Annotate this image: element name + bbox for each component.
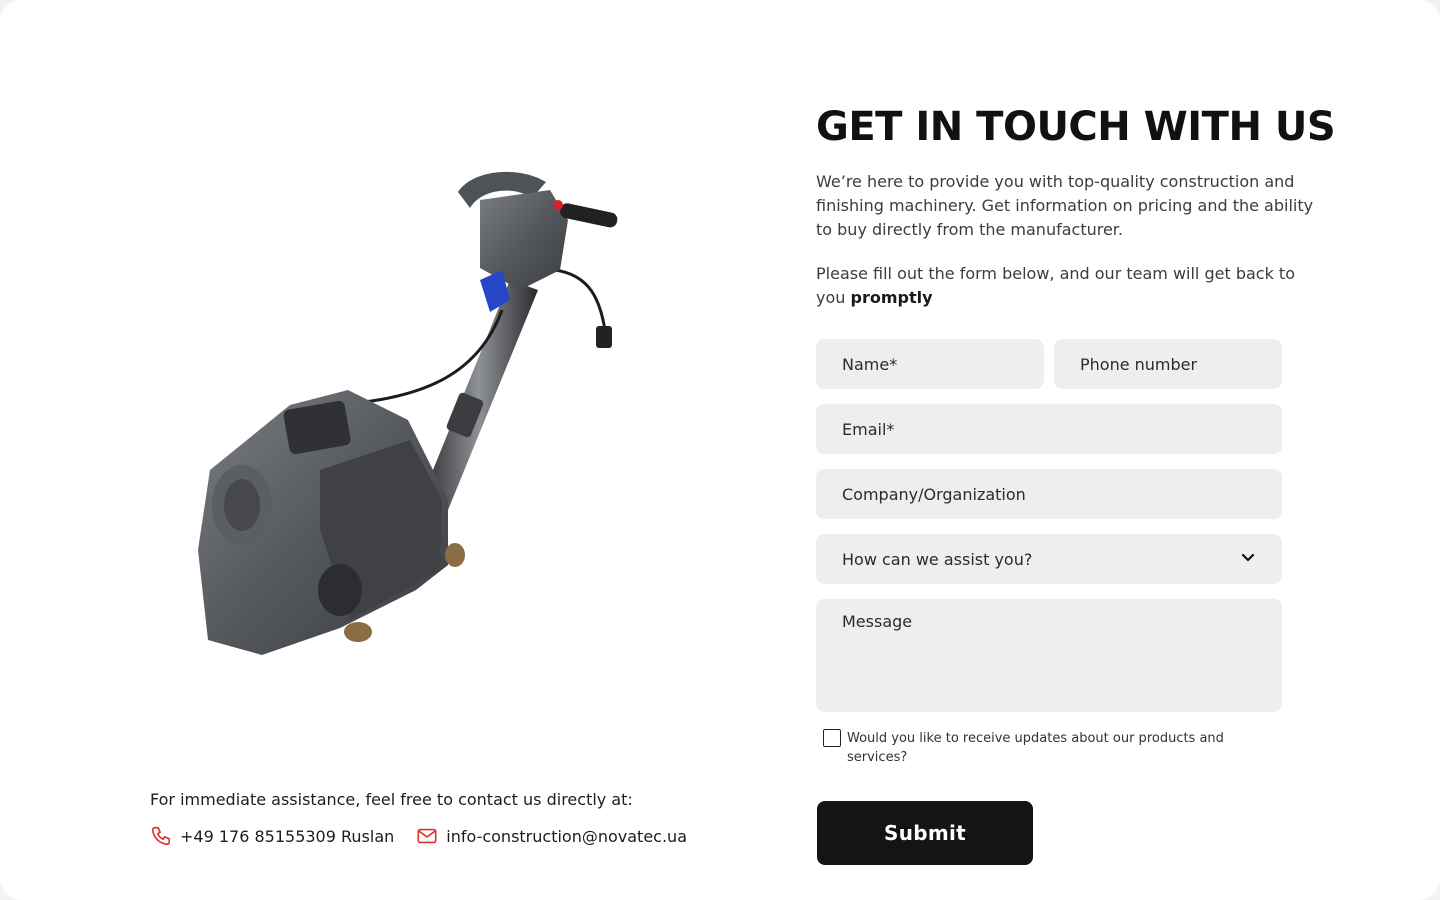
- name-input[interactable]: [816, 339, 1044, 389]
- updates-checkbox[interactable]: [823, 729, 841, 747]
- contact-intro-text: For immediate assistance, feel free to c…: [150, 790, 633, 809]
- message-textarea[interactable]: [816, 599, 1282, 712]
- assist-select-value: How can we assist you?: [842, 549, 1033, 569]
- mail-icon: [416, 825, 438, 847]
- floor-sander-machine-image: [198, 171, 618, 655]
- phone-icon: [150, 825, 172, 847]
- page-title: GET IN TOUCH WITH US: [816, 104, 1336, 150]
- email-address-text: info-construction@novatec.ua: [446, 826, 687, 846]
- chevron-down-icon: [1240, 549, 1256, 569]
- phone-link[interactable]: +49 176 85155309 Ruslan: [150, 825, 394, 847]
- phone-input[interactable]: [1054, 339, 1282, 389]
- email-input[interactable]: [816, 404, 1282, 454]
- assist-select[interactable]: How can we assist you?: [816, 534, 1282, 584]
- form-note-emphasis: promptly: [850, 288, 933, 307]
- company-input[interactable]: [816, 469, 1282, 519]
- phone-number-text: +49 176 85155309 Ruslan: [180, 826, 395, 846]
- form-description: We’re here to provide you with top-quali…: [816, 172, 1314, 239]
- contact-page: For immediate assistance, feel free to c…: [0, 0, 1440, 900]
- updates-checkbox-label: Would you like to receive updates about …: [847, 731, 1224, 765]
- email-link[interactable]: info-construction@novatec.ua: [416, 825, 687, 847]
- contact-details: +49 176 85155309 Ruslan info-constructio…: [150, 824, 687, 848]
- submit-button[interactable]: Submit: [817, 801, 1033, 865]
- form-note: Please fill out the form below, and our …: [816, 262, 1306, 310]
